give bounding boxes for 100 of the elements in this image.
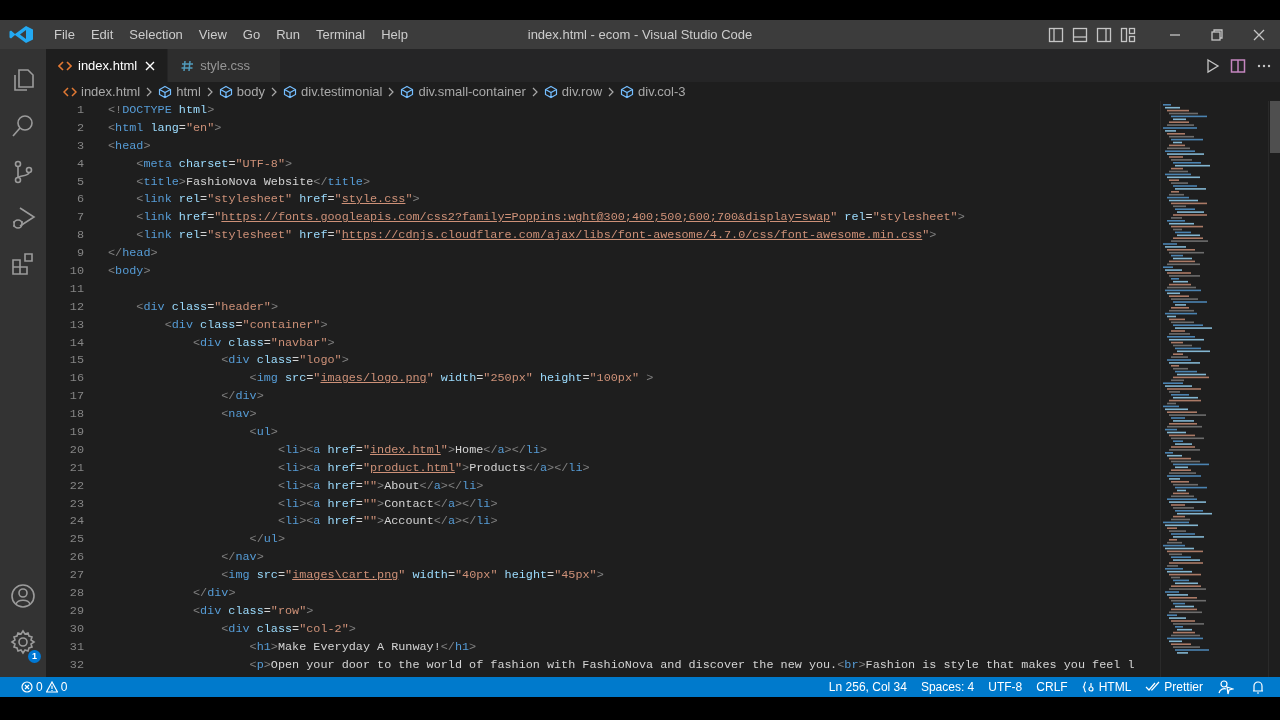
- code-line: </div>: [191, 585, 236, 603]
- line-number: 29: [68, 602, 84, 620]
- menu-item[interactable]: Go: [234, 23, 269, 46]
- code-line: <ul>: [248, 424, 278, 442]
- line-number: 2: [75, 119, 84, 137]
- line-number: 25: [68, 531, 84, 549]
- line-number: 10: [68, 263, 84, 280]
- double-check-icon: [1145, 681, 1162, 693]
- breadcrumb-item[interactable]: html: [158, 84, 201, 99]
- status-item[interactable]: CRLF: [1029, 680, 1075, 694]
- code-line: <li><a href="">Account</a></li>: [276, 513, 498, 531]
- menu-item[interactable]: View: [190, 23, 235, 46]
- css-file-icon: [180, 58, 195, 73]
- language-mode[interactable]: HTML: [1074, 680, 1139, 694]
- code-line: <div class="header">: [135, 298, 278, 316]
- breadcrumb-item[interactable]: index.html: [63, 84, 141, 99]
- code-line: <div class="row">: [191, 602, 314, 620]
- menu-item[interactable]: File: [46, 23, 83, 46]
- panel-toggle-icon[interactable]: [1072, 26, 1088, 43]
- line-number: 22: [68, 477, 84, 495]
- code-line: </nav>: [220, 549, 264, 567]
- breadcrumb-item[interactable]: div.col-3: [620, 84, 686, 99]
- line-number: 8: [75, 227, 84, 245]
- secondary-sidebar-icon[interactable]: [1096, 26, 1112, 43]
- editor-tab[interactable]: style.css: [168, 49, 282, 82]
- close-icon[interactable]: [1253, 28, 1265, 41]
- line-number: 9: [75, 245, 84, 263]
- code-line: <title>FashioNova Website</title>: [135, 173, 370, 191]
- status-item[interactable]: UTF-8: [981, 680, 1030, 694]
- code-line: <body>: [108, 263, 151, 280]
- chevron-icon: [530, 86, 539, 97]
- html-file-icon: [58, 58, 72, 73]
- run-debug-icon[interactable]: [10, 205, 36, 231]
- line-number: 30: [68, 620, 84, 638]
- line-number: 18: [68, 406, 84, 424]
- notification-badge: 1: [28, 650, 41, 663]
- code-line: </div>: [220, 388, 264, 406]
- line-number: 1: [75, 102, 84, 119]
- split-editor-icon[interactable]: [1230, 57, 1246, 74]
- settings-icon[interactable]: [10, 629, 36, 655]
- code-line: <li><a href="index.html">Home</a></li>: [276, 441, 548, 459]
- breadcrumb-item[interactable]: div.small-container: [400, 84, 526, 99]
- extensions-icon[interactable]: [10, 251, 36, 277]
- chevron-icon: [607, 86, 616, 97]
- menu-item[interactable]: Help: [373, 23, 416, 46]
- search-icon[interactable]: [10, 113, 36, 139]
- code-line: </ul>: [248, 531, 285, 549]
- sidebar-toggle-icon[interactable]: [1048, 26, 1064, 43]
- code-line: <link rel="stylesheet" href="style.css">: [135, 191, 420, 209]
- editor-tab[interactable]: index.html: [46, 49, 169, 82]
- breadcrumb-item[interactable]: div.testimonial: [283, 84, 383, 99]
- menu-item[interactable]: Terminal: [308, 23, 374, 46]
- code-line: <!DOCTYPE html>: [108, 102, 215, 119]
- code-line: <div class="container">: [163, 316, 328, 334]
- account-icon[interactable]: [10, 583, 36, 609]
- code-line: <html lang="en">: [108, 119, 222, 137]
- menu-item[interactable]: Edit: [82, 23, 122, 46]
- status-item[interactable]: Ln 256, Col 34: [821, 680, 914, 694]
- restore-icon[interactable]: [1211, 28, 1223, 41]
- code-line: <div class="col-2">: [220, 620, 356, 638]
- window-title: index.html - ecom - Visual Studio Code: [527, 27, 753, 42]
- problems-indicator[interactable]: 0 0: [14, 680, 75, 694]
- code-line: <link rel="stylesheet" href="https://cdnjs.cloudflare.com/ajax/libs/font-awesome/4.7.0/css/font-awesome.min.css">: [135, 227, 937, 245]
- line-number: 19: [68, 424, 84, 442]
- menu-item[interactable]: Selection: [121, 23, 191, 46]
- breadcrumb-item[interactable]: body: [218, 84, 265, 99]
- code-line: <li><a href="">Contact</a></li>: [276, 495, 498, 513]
- code-line: <img src="images/logo.png" width="250px" height="100px" >: [248, 370, 654, 388]
- cube-icon: [620, 84, 635, 99]
- line-number: 7: [75, 209, 84, 227]
- line-number: 20: [68, 441, 84, 459]
- line-number: 32: [68, 656, 84, 674]
- scrollbar-thumb[interactable]: [1269, 101, 1280, 153]
- warning-icon: [45, 681, 58, 693]
- error-icon: [21, 681, 33, 693]
- line-number: 28: [68, 585, 84, 603]
- cube-icon: [400, 84, 415, 99]
- formatter-status[interactable]: Prettier: [1138, 680, 1210, 694]
- line-number: 6: [75, 191, 84, 209]
- cube-icon: [283, 84, 297, 99]
- bell-icon[interactable]: [1250, 679, 1266, 695]
- feedback-icon[interactable]: [1218, 679, 1234, 695]
- chevron-icon: [387, 86, 396, 97]
- line-number: 12: [68, 298, 84, 316]
- cube-icon: [158, 84, 173, 99]
- code-line: <p>Open your door to the world of fashion with FashioNova and discover the new you.<br>Fashion is style that makes you feel l: [248, 656, 1135, 674]
- status-item[interactable]: Spaces: 4: [913, 680, 982, 694]
- cube-icon: [218, 84, 233, 99]
- breadcrumb-item[interactable]: div.row: [543, 84, 603, 99]
- line-number: 5: [75, 173, 84, 191]
- code-line: <div class="logo">: [220, 352, 349, 370]
- layout-icon[interactable]: [1120, 26, 1136, 43]
- line-number: 4: [75, 155, 84, 173]
- run-icon[interactable]: [1204, 57, 1220, 74]
- html-file-icon: [63, 85, 77, 98]
- line-number: 24: [68, 513, 84, 531]
- menu-item[interactable]: Run: [268, 23, 308, 46]
- line-number: 15: [68, 352, 84, 370]
- chevron-icon: [205, 86, 214, 97]
- code-line: <img src="images\cart.png" width="40px" height="45px">: [220, 567, 604, 585]
